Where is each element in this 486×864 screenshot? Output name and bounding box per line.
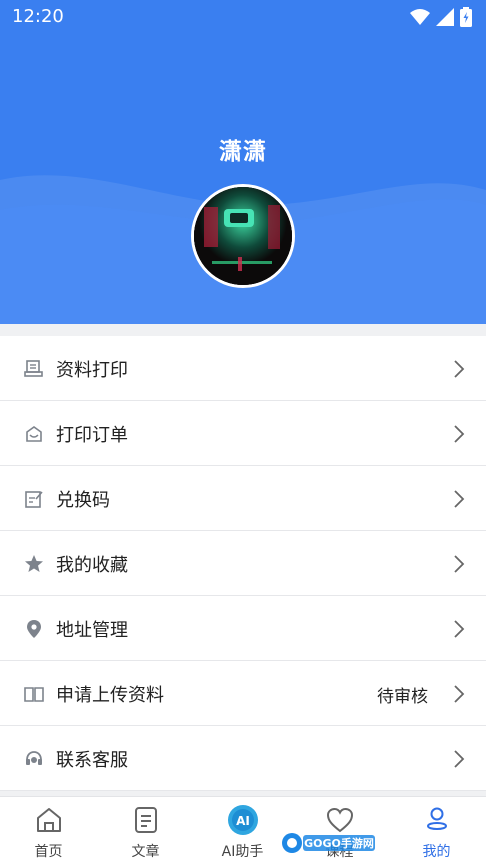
menu-item-label: 申请上传资料 xyxy=(56,685,164,706)
chevron-right-icon xyxy=(454,685,465,703)
menu-list: 资料打印 打印订单 兑换码 我的收藏 地址管理 申请上传资料 待审核 联系客服 xyxy=(0,336,486,791)
menu-item-label: 联系客服 xyxy=(56,750,128,771)
status-time: 12:20 xyxy=(12,6,64,27)
menu-item-favorites[interactable]: 我的收藏 xyxy=(0,531,486,596)
menu-item-redeem-code[interactable]: 兑换码 xyxy=(0,466,486,531)
menu-item-label: 我的收藏 xyxy=(56,555,128,576)
menu-item-label: 资料打印 xyxy=(56,360,128,381)
tab-ai-assistant[interactable]: AI AI助手 xyxy=(194,797,291,864)
location-icon xyxy=(27,620,41,638)
tab-articles[interactable]: 文章 xyxy=(97,797,194,864)
chevron-right-icon xyxy=(454,620,465,638)
chevron-right-icon xyxy=(454,360,465,378)
svg-text:AI: AI xyxy=(236,814,250,828)
edit-icon xyxy=(25,491,43,508)
chevron-right-icon xyxy=(454,425,465,443)
battery-icon xyxy=(460,7,472,27)
home-icon xyxy=(37,808,61,832)
document-icon xyxy=(135,807,157,833)
user-icon xyxy=(426,807,448,830)
signal-icon xyxy=(436,8,454,26)
tab-home[interactable]: 首页 xyxy=(0,797,97,864)
status-bar: 12:20 xyxy=(0,0,486,34)
tab-label: 我的 xyxy=(422,844,451,860)
review-status-text: 待审核 xyxy=(377,687,428,707)
menu-item-label: 打印订单 xyxy=(56,425,128,446)
menu-item-customer-service[interactable]: 联系客服 xyxy=(0,726,486,791)
menu-item-upload-materials[interactable]: 申请上传资料 待审核 xyxy=(0,661,486,726)
star-icon xyxy=(25,555,43,572)
menu-item-print-orders[interactable]: 打印订单 xyxy=(0,401,486,466)
headset-icon xyxy=(26,751,42,765)
tab-mine[interactable]: 我的 xyxy=(388,797,485,864)
profile-header: 12:20 潇潇 xyxy=(0,0,486,324)
avatar-image xyxy=(194,187,292,285)
book-icon xyxy=(24,687,44,702)
avatar[interactable] xyxy=(191,184,295,288)
menu-item-print-materials[interactable]: 资料打印 xyxy=(0,336,486,401)
menu-item-label: 地址管理 xyxy=(56,620,128,641)
watermark-logo: GOGO手游网 xyxy=(282,833,375,853)
printer-icon xyxy=(24,360,43,377)
tab-label: AI助手 xyxy=(221,844,264,860)
wifi-icon xyxy=(410,9,430,25)
bottom-tab-bar: 首页 文章 AI AI助手 课程 我的 xyxy=(0,796,486,864)
ai-icon: AI xyxy=(228,805,258,835)
tab-label: 文章 xyxy=(131,844,160,860)
menu-item-label: 兑换码 xyxy=(56,490,110,511)
chevron-right-icon xyxy=(454,490,465,508)
tab-label: 首页 xyxy=(34,844,63,860)
chevron-right-icon xyxy=(454,555,465,573)
menu-item-address-management[interactable]: 地址管理 xyxy=(0,596,486,661)
username: 潇潇 xyxy=(219,139,267,165)
chevron-right-icon xyxy=(454,750,465,768)
order-icon xyxy=(26,426,42,442)
status-icons xyxy=(410,6,472,28)
watermark-text: GOGO手游网 xyxy=(304,836,374,850)
